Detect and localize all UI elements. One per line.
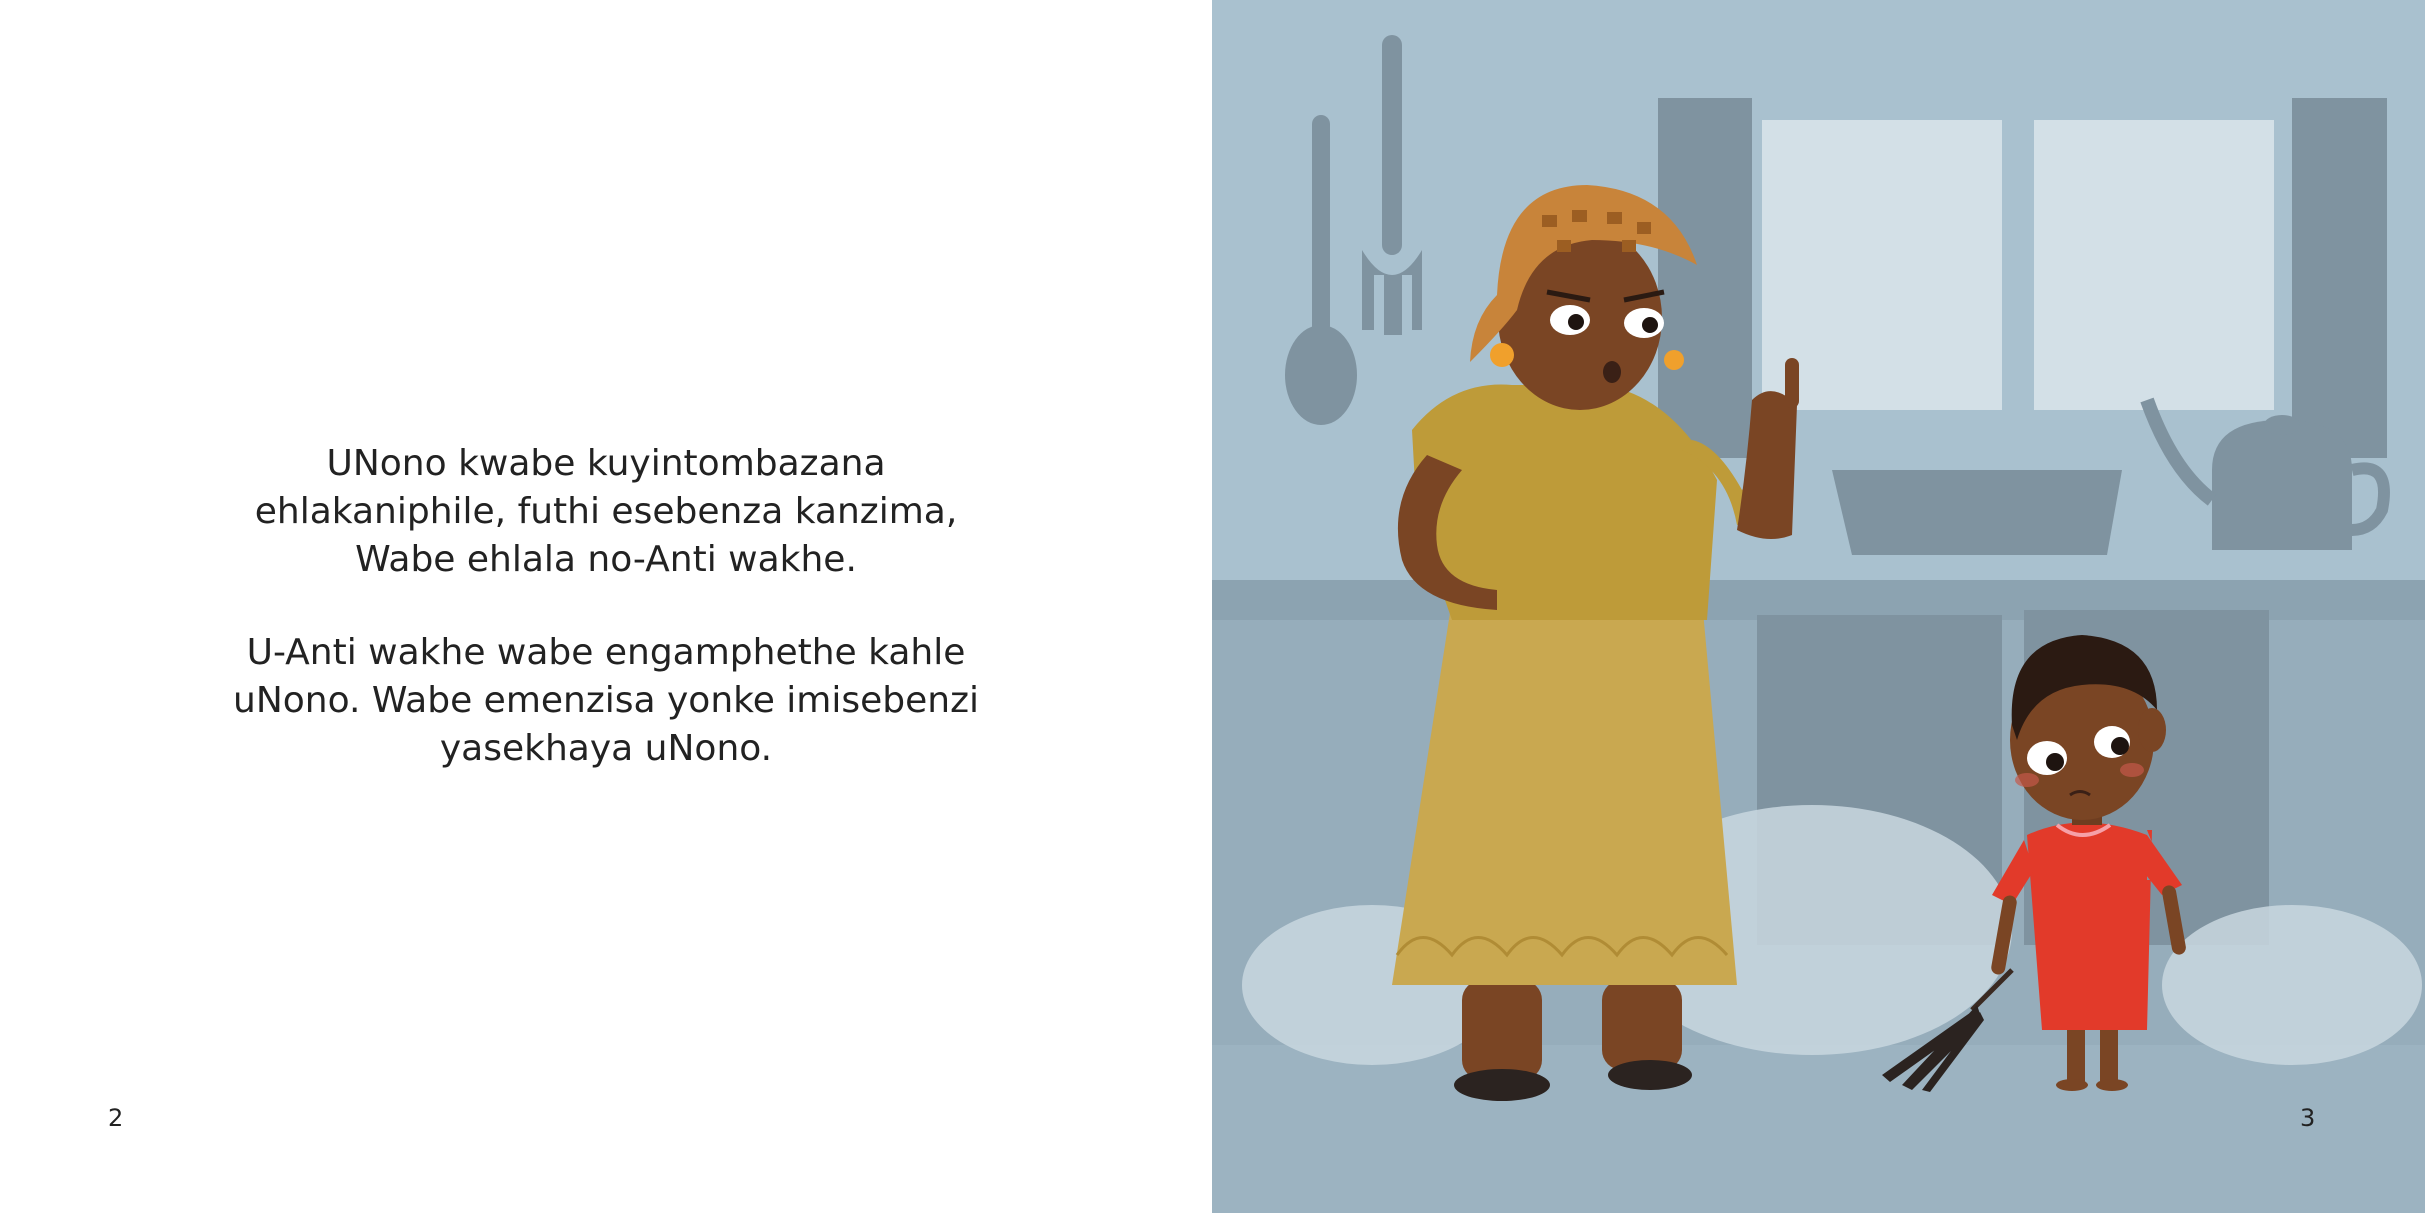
kitchen-illustration <box>1212 0 2425 1213</box>
aunt-leg <box>1602 980 1682 1070</box>
aunt-leg <box>1462 980 1542 1080</box>
hanging-spoon-handle <box>1312 115 1330 335</box>
floor <box>1212 1045 2425 1213</box>
pointing-finger <box>1785 358 1799 408</box>
text-line: uNono. Wabe emenzisa yonke imisebenzi <box>233 680 979 721</box>
aunt-pupil <box>1642 317 1658 333</box>
book-spread: UNono kwabe kuyintombazana ehlakaniphile… <box>0 0 2425 1213</box>
text-line: yasekhaya uNono. <box>439 728 773 769</box>
story-text: UNono kwabe kuyintombazana ehlakaniphile… <box>120 440 1092 818</box>
aunt-skirt <box>1392 600 1737 985</box>
nono-foot <box>2096 1079 2128 1091</box>
hanging-spoon-icon <box>1285 325 1357 425</box>
aunt-mouth <box>1603 361 1621 383</box>
nono-cheek <box>2015 773 2039 787</box>
text-line: U-Anti wakhe wabe engamphethe kahle <box>246 632 966 673</box>
kettle-lid <box>2264 415 2300 435</box>
page-number-right: 3 <box>2300 1104 2316 1132</box>
nono-foot <box>2056 1079 2088 1091</box>
window-frame-right <box>2292 98 2387 458</box>
nono-ear <box>2138 708 2166 752</box>
nono-cheek <box>2120 763 2144 777</box>
window-frame-left <box>1658 98 1752 458</box>
text-line: ehlakaniphile, futhi esebenza kanzima, <box>254 491 958 532</box>
aunt-pupil <box>1568 314 1584 330</box>
text-line: Wabe ehlala no-Anti wakhe. <box>355 539 857 580</box>
page-number-left: 2 <box>108 1104 124 1132</box>
hanging-fork-handle <box>1382 35 1402 255</box>
aunt-earring <box>1490 343 1514 367</box>
text-line: UNono kwabe kuyintombazana <box>326 443 886 484</box>
aunt-shoe <box>1454 1069 1550 1101</box>
paragraph-2: U-Anti wakhe wabe engamphethe kahle uNon… <box>120 629 1092 773</box>
window-pane-right <box>2034 120 2274 410</box>
right-page-illustration: 3 <box>1212 0 2425 1213</box>
kettle-icon <box>2212 420 2352 550</box>
dust-cloud <box>2162 905 2422 1065</box>
left-page: UNono kwabe kuyintombazana ehlakaniphile… <box>0 0 1212 1213</box>
aunt-earring <box>1664 350 1684 370</box>
sink-basin <box>1832 470 2122 555</box>
nono-pupil <box>2046 753 2064 771</box>
nono-pupil <box>2111 737 2129 755</box>
paragraph-1: UNono kwabe kuyintombazana ehlakaniphile… <box>120 440 1092 584</box>
aunt-shoe <box>1608 1060 1692 1090</box>
